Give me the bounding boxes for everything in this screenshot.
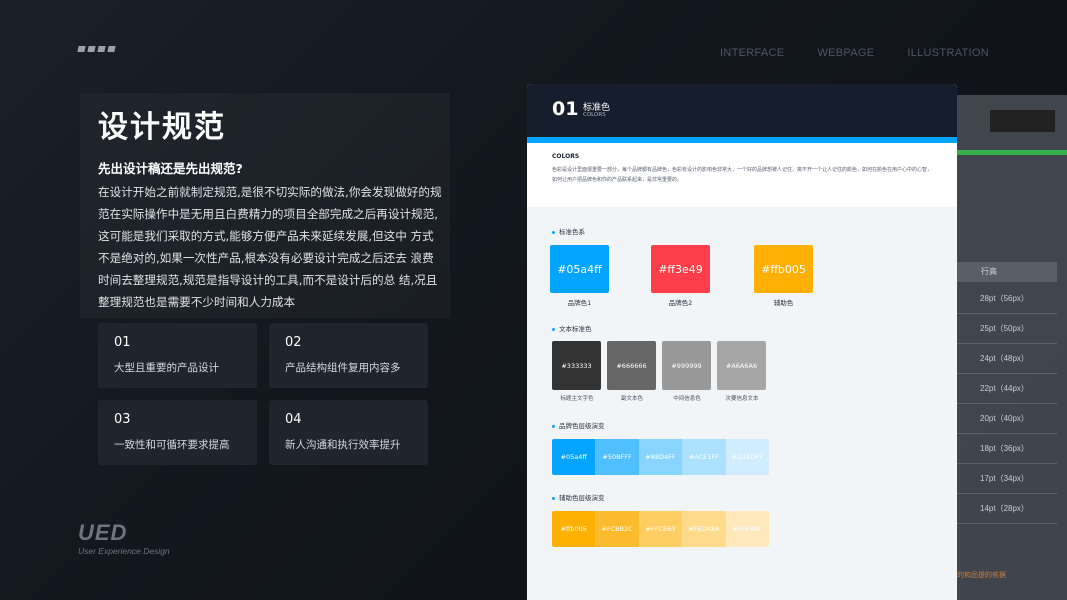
text-color-swatch: #A6A6A6 [717, 341, 766, 390]
ramp-swatch: #ffb005 [552, 511, 596, 547]
brand-color-caption: 品牌色1 [567, 299, 592, 307]
text-color-caption: 次要信息文本 [725, 396, 759, 402]
color-spec-card: 01 标准色 COLORS COLORS 色彩是设计里面很重要一部分，每个品牌都… [527, 84, 957, 600]
background-table-divider [957, 373, 1057, 374]
reason-card: 02 产品结构组件复用内容多 [269, 323, 428, 388]
nav-webpage[interactable]: WEBPAGE [817, 47, 874, 59]
ramp-swatch: #D1EDFF [725, 439, 769, 475]
card-label: 大型且重要的产品设计 [114, 362, 219, 374]
background-table-divider [957, 523, 1057, 524]
text-color-swatch: #666666 [607, 341, 656, 390]
reason-cards: 01 大型且重要的产品设计 02 产品结构组件复用内容多 03 一致性和可循环要… [98, 323, 430, 465]
section-label-brand: 标准色系 [552, 226, 585, 236]
background-table-row: 25pt（50px） [980, 324, 1029, 333]
spec-intro: COLORS 色彩是设计里面很重要一部分，每个品牌都有品牌色，色彩有设计的影响色… [527, 143, 957, 207]
background-table-divider [957, 403, 1057, 404]
line-height-header: 行高 [981, 267, 997, 276]
reason-card: 01 大型且重要的产品设计 [98, 323, 257, 388]
nav-interface[interactable]: INTERFACE [720, 47, 784, 59]
background-table-row: 24pt（48px） [980, 354, 1029, 363]
card-label: 产品结构组件复用内容多 [285, 362, 401, 374]
background-table-divider [957, 343, 1057, 344]
ramp-swatch: #50BFFF [595, 439, 639, 475]
top-nav: INTERFACE WEBPAGE ILLUSTRATION [720, 47, 989, 59]
page-title: 设计规范 [98, 110, 226, 145]
card-number: 03 [114, 412, 131, 427]
spec-number: 01 [552, 98, 579, 120]
ramp-swatch: #ACE1FF [682, 439, 726, 475]
brand-color-caption: 辅助色 [773, 299, 794, 307]
background-accent-bar [957, 150, 1067, 155]
section-label-brand-ramp: 品牌色层级演变 [552, 420, 605, 430]
card-number: 01 [114, 335, 131, 350]
intro-paragraph: 在设计开始之前就制定规范,是很不切实际的做法,你会发现做好的规范在实际操作中是无… [98, 185, 442, 309]
section-label-text: 文本标准色 [552, 323, 592, 333]
card-number: 02 [285, 335, 302, 350]
text-color-caption: 副文本色 [620, 396, 643, 402]
background-table-row: 20pt（40px） [980, 414, 1029, 423]
background-table-row: 22pt（44px） [980, 384, 1029, 393]
brand-color-caption: 品牌色2 [668, 299, 693, 307]
ramp-swatch: #FCBB2C [595, 511, 639, 547]
card-label: 新人沟通和执行效率提升 [285, 439, 401, 451]
background-table-divider [957, 463, 1057, 464]
brand-color-swatch: #ff3e49 [651, 245, 710, 293]
ued-tagline: User Experience Design [78, 546, 170, 556]
assist-ramp: #ffb005 #FCBB2C #FFCE63 #FEDA8A #FEE8BC [552, 511, 769, 547]
brand-color-swatch: #05a4ff [550, 245, 609, 293]
reason-card: 04 新人沟通和执行效率提升 [269, 400, 428, 465]
text-color-swatch: #999999 [662, 341, 711, 390]
background-table-row: 18pt（36px） [980, 444, 1029, 453]
background-table-divider [957, 433, 1057, 434]
ramp-swatch: #FFCE63 [638, 511, 683, 547]
ramp-swatch: #FEDA8A [682, 511, 726, 547]
logo-mark-icon [77, 46, 116, 52]
background-footer-text: 的和品提的依据 [957, 571, 1006, 579]
ramp-swatch: #FEE8BC [725, 511, 769, 547]
spec-subtitle: COLORS [583, 112, 606, 118]
background-table-divider [957, 313, 1057, 314]
section-label-assist-ramp: 辅助色层级演变 [552, 492, 605, 502]
card-label: 一致性和可循环要求提高 [114, 439, 230, 451]
background-table-row: 17pt（34px） [980, 474, 1029, 483]
ued-logo: UED User Experience Design [78, 520, 170, 557]
background-sheet [940, 95, 1067, 600]
text-color-swatch: #333333 [552, 341, 601, 390]
background-table-divider [957, 493, 1057, 494]
card-number: 04 [285, 412, 302, 427]
spec-header: 01 标准色 COLORS [527, 84, 957, 137]
spec-intro-heading: COLORS [552, 153, 580, 160]
text-color-caption: 中间信息色 [673, 396, 701, 402]
background-block [990, 110, 1055, 132]
brand-ramp: #05a4ff #50BFFF #88D4FF #ACE1FF #D1EDFF [552, 439, 769, 475]
ramp-swatch: #88D4FF [638, 439, 683, 475]
ued-wordmark: UED [78, 520, 128, 545]
brand-color-swatch: #ffb005 [754, 245, 813, 293]
page-subtitle: 先出设计稿还是先出规范? [98, 161, 243, 176]
background-table-header: 行高 [957, 262, 1057, 282]
spec-intro-text: 色彩是设计里面很重要一部分，每个品牌都有品牌色，色彩有设计的影响色非常大，一个好… [552, 167, 933, 183]
text-color-caption: 标题主文字色 [560, 396, 594, 402]
background-table-row: 28pt（56px） [980, 294, 1029, 303]
background-table-row: 14pt（28px） [980, 504, 1029, 513]
reason-card: 03 一致性和可循环要求提高 [98, 400, 257, 465]
nav-illustration[interactable]: ILLUSTRATION [907, 47, 989, 59]
ramp-swatch: #05a4ff [552, 439, 596, 475]
